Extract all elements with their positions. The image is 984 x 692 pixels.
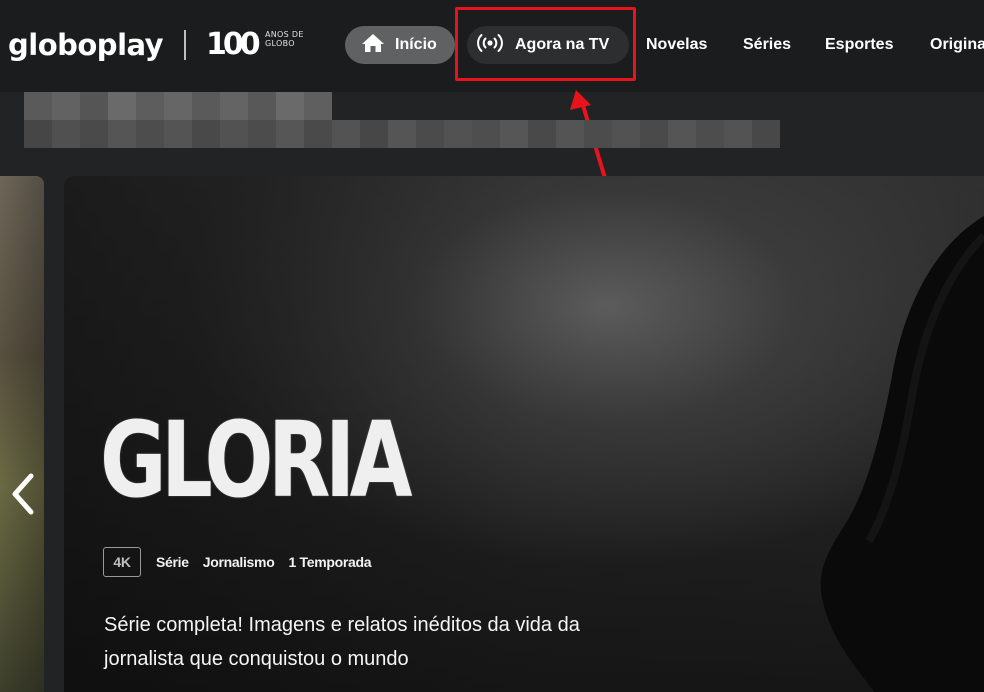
meta-format: Série — [156, 554, 189, 570]
hero-meta-row: 4K Série Jornalismo 1 Temporada — [103, 547, 385, 577]
globoplay-logo[interactable]: globoplay — [8, 28, 164, 62]
home-icon — [361, 33, 385, 58]
meta-genre: Jornalismo — [202, 554, 275, 570]
logo-divider — [184, 30, 186, 60]
nav-item-inicio[interactable]: Início — [345, 26, 455, 64]
annotation-highlight-box — [455, 7, 636, 81]
nav-item-novelas[interactable]: Novelas — [646, 26, 707, 64]
blurred-banner-line — [24, 120, 780, 148]
top-navigation-bar: globoplay 100 ANOS DE GLOBO Início Agora… — [0, 0, 984, 92]
nav-item-esportes[interactable]: Esportes — [825, 26, 893, 64]
anniversary-badge-number: 100 — [206, 27, 261, 62]
carousel-prev-button[interactable] — [6, 472, 40, 516]
hero-description: Série completa! Imagens e relatos inédit… — [104, 614, 580, 670]
quality-badge: 4K — [103, 547, 141, 577]
hero-portrait-image — [820, 216, 984, 692]
anniversary-badge-subtitle: ANOS DE GLOBO — [265, 30, 304, 48]
nav-item-label: Séries — [743, 36, 792, 53]
nav-item-label: Novelas — [646, 36, 708, 53]
hero-banner[interactable]: GLORIA 4K Série Jornalismo 1 Temporada S… — [64, 176, 984, 692]
nav-item-originais[interactable]: Origina — [930, 26, 984, 64]
nav-item-label: Início — [395, 36, 437, 53]
nav-item-label: Esportes — [825, 36, 894, 53]
nav-item-label: Origina — [930, 36, 984, 53]
hero-title: GLORIA — [100, 399, 412, 521]
meta-seasons: 1 Temporada — [288, 554, 372, 570]
nav-item-series[interactable]: Séries — [743, 26, 791, 64]
previous-carousel-card[interactable] — [0, 176, 44, 692]
chevron-left-icon — [12, 473, 34, 515]
blurred-banner-line — [24, 92, 332, 122]
